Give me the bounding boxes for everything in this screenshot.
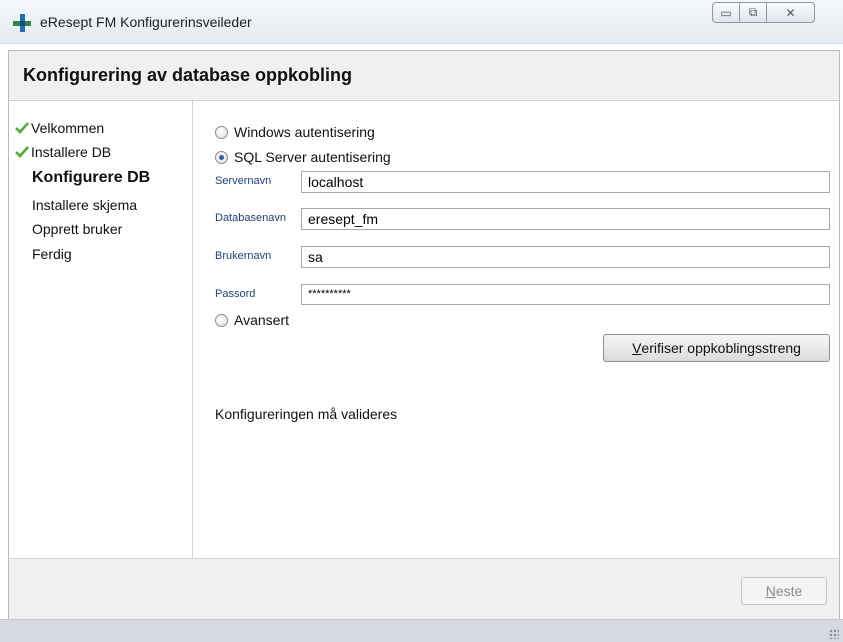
verify-label: erifiser oppkoblingsstreng — [641, 340, 801, 356]
close-button[interactable]: ✕ — [767, 2, 815, 23]
step-installere-skjema: Installere skjema — [32, 197, 137, 213]
caption-buttons: ▭ ⧉ ✕ — [712, 2, 815, 24]
minimize-icon: ▭ — [720, 5, 732, 20]
next-button[interactable]: Neste — [741, 577, 827, 605]
verify-connection-button[interactable]: Verifiser oppkoblingsstreng — [603, 334, 830, 362]
passord-label: Passord — [215, 288, 256, 300]
validation-status-text: Konfigureringen må valideres — [215, 406, 398, 422]
step-label: Konfigurere DB — [32, 169, 151, 186]
step-velkommen: Velkommen — [15, 120, 104, 136]
passord-input[interactable] — [301, 284, 830, 305]
status-bar — [0, 619, 843, 642]
verify-accel-char: V — [632, 340, 642, 356]
avansert-radio[interactable]: Avansert — [215, 312, 289, 328]
step-opprett-bruker: Opprett bruker — [32, 221, 122, 237]
minimize-button[interactable]: ▭ — [712, 2, 740, 23]
app-logo-icon — [13, 14, 31, 32]
wizard-footer: Neste — [8, 558, 840, 619]
step-konfigurere-db: Konfigurere DB — [32, 169, 150, 187]
brukernavn-input[interactable] — [301, 246, 830, 268]
servernavn-input[interactable] — [301, 171, 830, 193]
sql-auth-radio[interactable]: SQL Server autentisering — [215, 149, 391, 165]
checkmark-icon — [15, 122, 29, 134]
next-accel-char: N — [765, 583, 776, 599]
avansert-label: Avansert — [234, 312, 289, 328]
databasenavn-label: Databasenavn — [215, 212, 286, 224]
step-label: Installere skjema — [32, 197, 138, 213]
sql-auth-label: SQL Server autentisering — [234, 149, 391, 165]
step-label: Velkommen — [31, 120, 105, 136]
windows-auth-radio[interactable]: Windows autentisering — [215, 124, 375, 140]
radio-unchecked-icon — [215, 125, 228, 139]
step-ferdig: Ferdig — [32, 246, 72, 262]
servernavn-label: Servernavn — [215, 175, 272, 187]
windows-auth-label: Windows autentisering — [234, 124, 375, 140]
wizard-steps-sidebar: Velkommen Installere DB Konfigurere DB I… — [9, 101, 193, 558]
brukernavn-label: Brukernavn — [215, 250, 272, 262]
page-title: Konfigurering av database oppkobling — [23, 65, 353, 85]
step-label: Opprett bruker — [32, 221, 123, 237]
window-titlebar: eResept FM Konfigurerinsveileder ▭ ⧉ ✕ — [0, 0, 843, 44]
window-title: eResept FM Konfigurerinsveileder — [40, 14, 252, 30]
databasenavn-input[interactable] — [301, 208, 830, 230]
radio-checked-icon — [215, 150, 228, 164]
step-label: Installere DB — [31, 144, 112, 160]
maximize-button[interactable]: ⧉ — [740, 2, 767, 23]
step-installere-db: Installere DB — [15, 144, 111, 160]
wizard-content: Velkommen Installere DB Konfigurere DB I… — [8, 101, 840, 558]
maximize-icon: ⧉ — [748, 5, 758, 19]
radio-unchecked-icon — [215, 313, 228, 327]
close-icon: ✕ — [785, 5, 796, 20]
resize-grip-icon[interactable] — [829, 629, 839, 639]
wizard-header: Konfigurering av database oppkobling — [8, 50, 840, 101]
next-label: este — [775, 583, 803, 599]
checkmark-icon — [15, 146, 29, 158]
step-label: Ferdig — [32, 246, 72, 262]
